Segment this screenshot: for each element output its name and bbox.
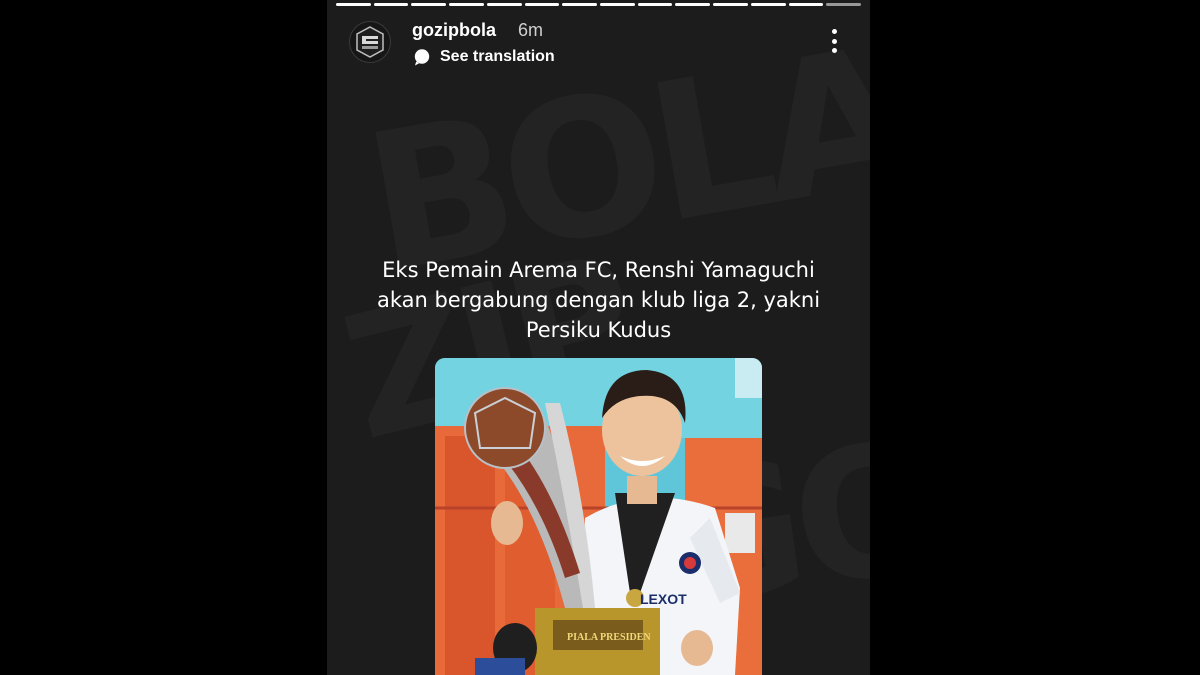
- caption-line: Persiku Kudus: [525, 318, 672, 342]
- translate-bubble-icon: [414, 49, 430, 66]
- svg-text:PIALA PRESIDEN: PIALA PRESIDEN: [567, 632, 651, 643]
- progress-segment: [449, 3, 484, 6]
- more-dot: [831, 48, 837, 53]
- progress-segment: [637, 3, 673, 6]
- avatar[interactable]: [349, 21, 391, 63]
- svg-text:LEXOT: LEXOT: [640, 591, 687, 607]
- gozipbola-logo-icon: [356, 26, 384, 58]
- progress-segment: [750, 3, 786, 6]
- more-dot: [831, 29, 837, 34]
- post-time: 6m: [518, 20, 544, 40]
- player-trophy-photo: LEXOT PIALA PRESIDEN: [435, 358, 762, 675]
- see-translation-button[interactable]: See translation: [412, 47, 555, 67]
- username-link[interactable]: gozipbola: [412, 20, 496, 41]
- progress-segment: [788, 3, 824, 6]
- story-progress-bar: [336, 3, 862, 6]
- progress-segment: [411, 3, 447, 6]
- progress-segment: [600, 3, 635, 6]
- story-caption: Eks Pemain Arema FC, Renshi Yamaguchi ak…: [357, 255, 840, 345]
- progress-segment: [336, 3, 371, 6]
- progress-segment: [373, 3, 409, 6]
- progress-segment: [524, 3, 560, 6]
- progress-segment: [562, 3, 598, 6]
- progress-segment: [826, 3, 862, 6]
- progress-segment: [675, 3, 711, 6]
- more-options-icon[interactable]: [824, 26, 844, 56]
- screen: BOLA ZIP GO gozipbola 6m See translatio: [0, 0, 1200, 675]
- story-header: gozipbola 6m See translation: [327, 14, 870, 74]
- see-translation-label: See translation: [440, 48, 555, 65]
- progress-segment: [713, 3, 748, 6]
- caption-line: akan bergabung dengan klub liga 2, yakni: [376, 288, 821, 312]
- more-dot: [831, 38, 837, 44]
- caption-line: Eks Pemain Arema FC, Renshi Yamaguchi: [382, 258, 815, 282]
- progress-segment: [486, 3, 522, 6]
- story-viewer[interactable]: BOLA ZIP GO gozipbola 6m See translatio: [327, 0, 870, 675]
